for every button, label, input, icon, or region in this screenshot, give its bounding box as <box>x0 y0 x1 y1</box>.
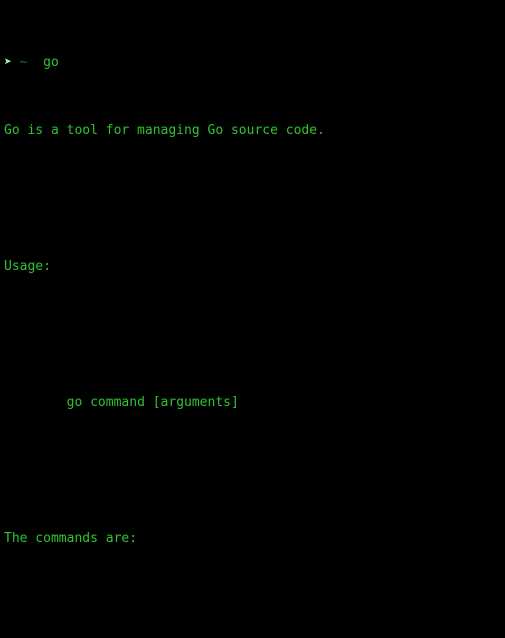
shell-prompt-line: ➤ ~ go <box>4 54 505 71</box>
commands-heading: The commands are: <box>4 531 138 546</box>
prompt-spacer-1 <box>12 55 20 70</box>
usage-heading: Usage: <box>4 259 51 274</box>
usage-indent <box>4 395 67 410</box>
prompt-spacer-2 <box>27 55 43 70</box>
usage-line: go command [arguments] <box>66 395 239 410</box>
usage-line-wrapper: go command [arguments] <box>4 394 505 411</box>
prompt-command-text[interactable]: go <box>43 55 59 70</box>
output-intro-line: Go is a tool for managing Go source code… <box>4 123 325 138</box>
prompt-arrow-icon: ➤ <box>4 55 12 70</box>
terminal-window[interactable]: ➤ ~ go Go is a tool for managing Go sour… <box>0 0 505 638</box>
